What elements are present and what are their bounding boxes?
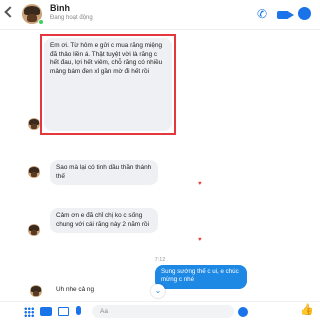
grid-icon[interactable] (24, 307, 34, 317)
back-arrow-icon[interactable] (4, 6, 16, 18)
sender-avatar (28, 118, 40, 130)
message-timestamp: 7:12 (154, 257, 166, 263)
camera-icon[interactable] (40, 307, 52, 316)
scroll-down-button[interactable]: ⌄ (151, 284, 165, 298)
message-bubble[interactable]: Cảm ơn e đã chỉ chị ko c sống chung với … (50, 208, 158, 234)
heart-reaction-icon: ♥ (198, 237, 202, 243)
info-icon[interactable] (298, 7, 311, 20)
mic-icon[interactable] (76, 306, 81, 315)
sender-avatar (28, 166, 40, 178)
sent-message-bubble[interactable]: Sung sướng thế c ui, e chúc mừng c nhé (155, 265, 247, 289)
sender-avatar (30, 285, 42, 297)
message-input[interactable]: Aa (92, 305, 234, 318)
phone-icon[interactable]: ✆ (257, 8, 267, 20)
like-icon[interactable]: 👍 (300, 305, 314, 316)
image-icon[interactable] (58, 307, 69, 316)
chat-header: Bình Đang hoạt động ✆ (0, 0, 320, 30)
message-bubble[interactable]: Em ơi. Từ hôm e gửi c mua răng miệng đã … (44, 38, 172, 131)
heart-reaction-icon: ♥ (198, 181, 202, 187)
message-bubble[interactable]: Uh nhe cả ng (50, 283, 130, 298)
contact-status: Đang hoạt động (50, 15, 93, 21)
emoji-icon[interactable] (238, 307, 248, 317)
online-status-dot (38, 19, 44, 25)
composer-toolbar: Aa 👍 (0, 301, 320, 320)
video-icon[interactable] (277, 11, 294, 19)
message-bubble[interactable]: Sao mà lại có tinh dầu thần thánh thế (50, 160, 158, 186)
contact-name[interactable]: Bình (50, 3, 70, 13)
sender-avatar (28, 224, 40, 236)
